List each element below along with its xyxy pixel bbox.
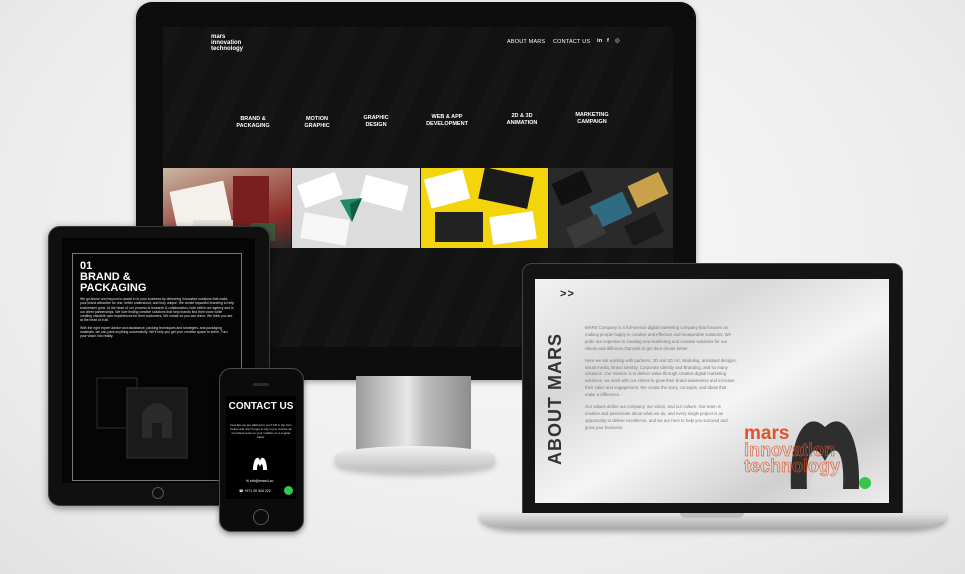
service-graphic-design[interactable]: GRAPHIC DESIGN	[351, 115, 401, 129]
tagline-line: technology	[744, 456, 841, 476]
service-label: BRAND &	[240, 116, 266, 122]
nav-contact-us[interactable]: CONTACT US	[553, 39, 590, 45]
whatsapp-icon[interactable]	[859, 477, 871, 489]
paragraph-text: MARS Company is a full-service digital m…	[585, 325, 732, 351]
logo-line: technology	[211, 46, 244, 52]
monitor-base	[335, 446, 495, 472]
site-logo[interactable]: mars innovation technology	[211, 34, 243, 52]
phone-speaker	[253, 383, 269, 386]
yellow-brand-image	[421, 168, 548, 248]
nav-about-mars[interactable]: ABOUT MARS	[507, 39, 545, 45]
service-label: CAMPAIGN	[577, 119, 607, 125]
portfolio-tile-cards[interactable]	[292, 168, 420, 248]
service-label: ANIMATION	[506, 120, 538, 126]
section-paragraph: We go above and beyond to assist in to y…	[80, 297, 235, 339]
service-label: GRAPHIC	[304, 123, 330, 129]
paragraph-text: Our values define our company, our visio…	[585, 404, 728, 430]
facebook-icon[interactable]: f	[607, 38, 609, 44]
phone-home-button[interactable]	[253, 509, 269, 525]
contact-title: CONTACT US	[228, 401, 294, 412]
whatsapp-icon[interactable]	[284, 486, 293, 495]
dark-cards-image	[551, 169, 669, 248]
brand-tagline: innovation technology	[744, 441, 841, 476]
linkedin-icon[interactable]: in	[597, 38, 602, 44]
cards-image	[297, 171, 409, 246]
service-label: MARKETING	[575, 112, 609, 118]
laptop-notch	[680, 513, 744, 518]
contact-text: Feel like we are talking for you? Fill i…	[230, 423, 292, 439]
contact-email[interactable]: ✉ info@mars4.co	[246, 479, 274, 483]
portfolio-tile-dark-cards[interactable]	[549, 168, 673, 248]
email-text: info@mars4.co	[249, 479, 274, 483]
service-brand-packaging[interactable]: BRAND & PACKAGING	[228, 116, 278, 130]
tablet-home-button[interactable]	[152, 487, 164, 499]
portfolio-tile-yellow-brand[interactable]	[421, 168, 548, 248]
section-title: BRAND & PACKAGING	[80, 271, 147, 294]
phone-text: +971 00 444 222	[244, 489, 271, 493]
about-heading: ABOUT MARS	[545, 333, 565, 465]
paragraph-text: Here we are working with partners, 3D an…	[585, 357, 737, 398]
mars-logo-icon	[253, 457, 267, 470]
instagram-icon[interactable]: ◎	[615, 38, 620, 44]
service-label: DEVELOPMENT	[426, 121, 468, 127]
about-paragraph: MARS Company is a full-service digital m…	[585, 325, 737, 432]
service-label: MOTION	[306, 116, 328, 122]
service-marketing-campaign[interactable]: MARKETING CAMPAIGN	[567, 112, 617, 126]
service-motion-graphic[interactable]: MOTION GRAPHIC	[292, 116, 342, 130]
arrows-icon: > >	[560, 288, 574, 300]
service-label: DESIGN	[365, 122, 387, 128]
paragraph-text: We go above and beyond to assist in to y…	[80, 297, 234, 323]
service-web-app-development[interactable]: WEB & APP DEVELOPMENT	[422, 114, 472, 128]
service-label: PACKAGING	[236, 123, 270, 129]
paragraph-text: With the right expert advice and assista…	[80, 325, 228, 339]
service-label: 2D & 3D	[511, 113, 533, 119]
monitor-stand	[356, 376, 471, 454]
contact-phone[interactable]: ☎ +971 00 444 222	[239, 489, 271, 493]
service-label: WEB & APP	[431, 114, 463, 120]
service-label: GRAPHIC	[363, 115, 389, 121]
service-2d-3d-animation[interactable]: 2D & 3D ANIMATION	[497, 113, 547, 127]
